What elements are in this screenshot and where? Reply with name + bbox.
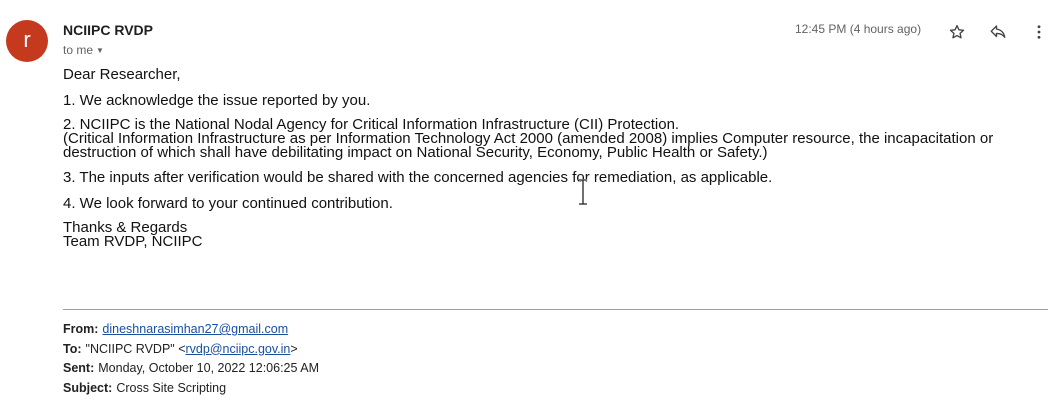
sent-row: Sent: Monday, October 10, 2022 12:06:25 A… [63,359,319,379]
caret-down-icon: ▼ [96,46,104,55]
from-email-link[interactable]: dineshnarasimhan27@gmail.com [102,322,288,336]
from-row: From: dineshnarasimhan27@gmail.com [63,320,319,340]
star-icon [949,24,965,39]
quote-separator [63,309,1048,310]
more-options-button[interactable] [1027,20,1048,44]
sender-name[interactable]: NCIIPC RVDP [63,22,153,38]
greeting: Dear Researcher, [63,66,181,83]
reply-button[interactable] [986,20,1010,44]
paragraph-1: 1. We acknowledge the issue reported by … [63,92,371,109]
to-row: To: "NCIIPC RVDP" <rvdp@nciipc.gov.in> [63,340,319,360]
to-label: To: [63,341,82,356]
subject-label: Subject: [63,380,113,395]
sent-value: Monday, October 10, 2022 12:06:25 AM [98,361,319,375]
recipient-details-toggle[interactable]: to me ▼ [63,43,104,57]
to-suffix: > [290,341,298,356]
paragraph-4: 4. We look forward to your continued con… [63,195,393,212]
message-body: Dear Researcher, 1. We acknowledge the i… [63,66,1043,258]
signature: Thanks & Regards Team RVDP, NCIIPC [63,220,1043,250]
quoted-headers: From: dineshnarasimhan27@gmail.com To: "NC… [63,320,319,398]
reply-icon [990,25,1006,38]
subject-value: Cross Site Scripting [116,380,227,395]
more-vert-icon [1037,25,1041,39]
sent-label: Sent: [63,361,95,375]
star-button[interactable] [945,20,969,44]
paragraph-2: 2. NCIIPC is the National Nodal Agency f… [63,117,1043,161]
subject-row: Subject: Cross Site Scripting [63,379,319,399]
to-me-label: to me [63,43,94,57]
from-label: From: [63,322,99,336]
message-timestamp: 12:45 PM (4 hours ago) [795,22,922,36]
text-cursor-icon [579,179,587,205]
to-email-link[interactable]: rvdp@nciipc.gov.in [186,342,291,356]
to-prefix: "NCIIPC RVDP" < [85,341,186,356]
paragraph-2-line-2: (Critical Information Infrastructure as … [63,130,994,161]
paragraph-3: 3. The inputs after verification would b… [63,169,773,186]
team-name: Team RVDP, NCIIPC [63,233,203,250]
sender-avatar[interactable]: r [6,20,48,62]
